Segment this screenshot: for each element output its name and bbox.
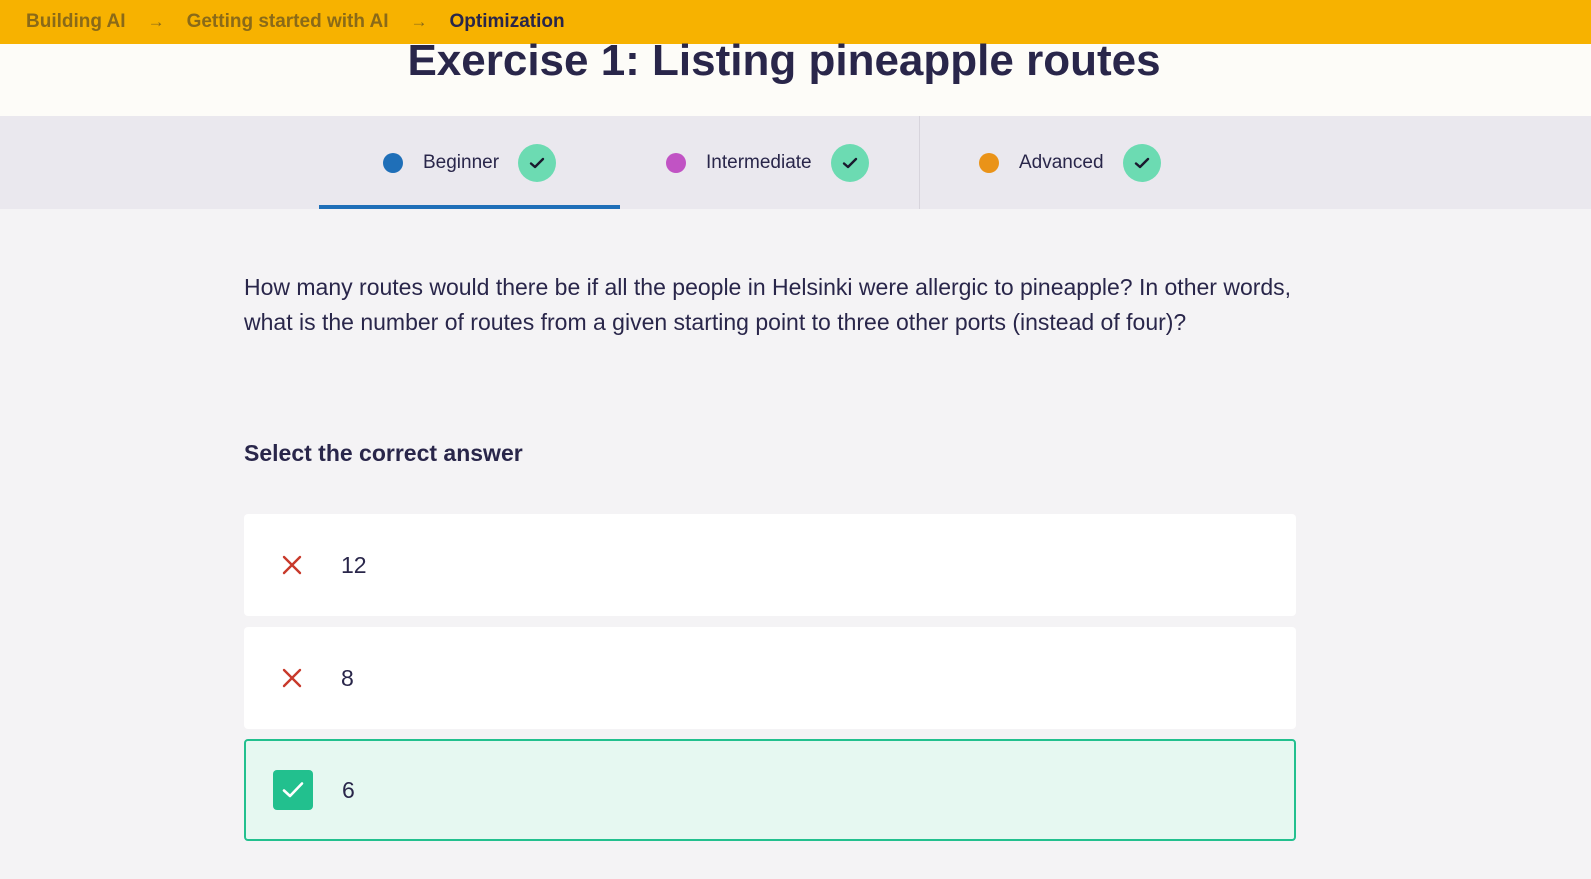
difficulty-tabs: Beginner Intermediate Advanced xyxy=(0,116,1591,209)
incorrect-x-icon xyxy=(272,545,312,585)
completed-check-icon xyxy=(518,143,557,182)
incorrect-x-icon xyxy=(272,658,312,698)
breadcrumb-link-building-ai[interactable]: Building AI xyxy=(26,11,126,33)
tab-label: Intermediate xyxy=(706,151,812,173)
completed-check-icon xyxy=(1122,143,1161,182)
page-title: Exercise 1: Listing pineapple routes xyxy=(407,36,1161,85)
answer-value: 6 xyxy=(342,776,355,803)
answer-option-6[interactable]: 6 xyxy=(244,739,1296,841)
answer-value: 8 xyxy=(341,664,354,691)
tab-beginner[interactable]: Beginner xyxy=(383,116,557,209)
tab-label: Advanced xyxy=(1019,151,1104,173)
tab-advanced[interactable]: Advanced xyxy=(979,116,1161,209)
breadcrumb-arrow-icon: → xyxy=(410,12,428,31)
breadcrumb-link-getting-started[interactable]: Getting started with AI xyxy=(187,11,389,33)
breadcrumb-current-optimization: Optimization xyxy=(449,11,565,32)
active-tab-indicator xyxy=(319,205,620,209)
breadcrumb-arrow-icon: → xyxy=(147,12,165,31)
answer-option-8[interactable]: 8 xyxy=(244,627,1296,729)
tab-label: Beginner xyxy=(423,151,500,173)
intermediate-dot-icon xyxy=(666,152,686,173)
answer-value: 12 xyxy=(341,551,367,578)
beginner-dot-icon xyxy=(383,152,403,173)
answer-option-12[interactable]: 12 xyxy=(244,514,1296,616)
tab-divider xyxy=(919,116,920,209)
tab-intermediate[interactable]: Intermediate xyxy=(666,116,869,209)
advanced-dot-icon xyxy=(979,152,999,173)
completed-check-icon xyxy=(830,143,869,182)
question-text: How many routes would there be if all th… xyxy=(244,274,1292,335)
answer-heading: Select the correct answer xyxy=(244,440,523,466)
correct-check-icon xyxy=(273,770,313,810)
